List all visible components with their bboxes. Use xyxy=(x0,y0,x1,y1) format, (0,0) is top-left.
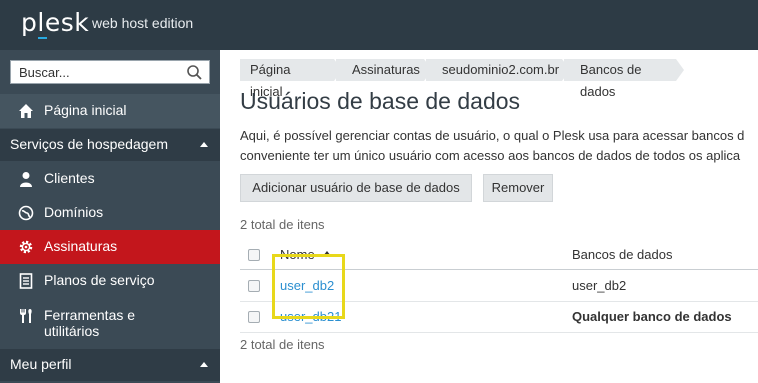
collapse-caret-icon xyxy=(200,362,208,367)
sidebar-item-home[interactable]: Página inicial xyxy=(0,94,220,128)
sidebar-item-label: Planos de serviço xyxy=(44,272,155,288)
sidebar-item-label: Domínios xyxy=(44,204,104,220)
search-icon[interactable] xyxy=(186,64,203,81)
main-content: Página inicial Assinaturas seudominio2.c… xyxy=(220,50,758,383)
breadcrumb-domain[interactable]: seudominio2.com.br xyxy=(426,59,570,81)
sidebar-item-tools[interactable]: Ferramentas e utilitários xyxy=(0,299,220,347)
row-checkbox[interactable] xyxy=(248,280,260,292)
user-icon xyxy=(20,172,32,187)
logo-accent xyxy=(38,37,47,39)
page-title: Usuários de base de dados xyxy=(240,88,521,114)
row-checkbox[interactable] xyxy=(248,311,260,323)
sidebar-item-label: Assinaturas xyxy=(44,238,118,254)
sidebar: Buscar... Página inicial Serviços de hos… xyxy=(0,50,220,383)
sidebar-item-service-plans[interactable]: Planos de serviço xyxy=(0,264,220,298)
sidebar-item-label: Clientes xyxy=(44,170,95,186)
top-bar: plesk web host edition xyxy=(0,0,758,50)
search-input[interactable]: Buscar... xyxy=(10,60,210,84)
globe-icon xyxy=(18,205,34,221)
edition-label: web host edition xyxy=(92,15,194,31)
db-cell: user_db2 xyxy=(572,278,627,293)
column-header-databases: Bancos de dados xyxy=(572,247,673,262)
section-hosting-label: Serviços de hospedagem xyxy=(10,136,168,152)
breadcrumb-home[interactable]: Página inicial xyxy=(240,59,342,99)
sidebar-item-subscriptions[interactable]: Assinaturas xyxy=(0,230,220,264)
description-line: Aqui, é possível gerenciar contas de usu… xyxy=(240,128,745,143)
sidebar-item-label: Página inicial xyxy=(44,102,127,118)
add-db-user-button[interactable]: Adicionar usuário de base de dados xyxy=(240,174,472,202)
section-profile-header[interactable]: Meu perfil xyxy=(0,349,220,381)
sidebar-item-label: Ferramentas e utilitários xyxy=(44,307,136,339)
section-profile-label: Meu perfil xyxy=(10,356,72,372)
gear-icon xyxy=(19,240,33,254)
tools-icon xyxy=(20,309,32,323)
section-hosting-header[interactable]: Serviços de hospedagem xyxy=(0,129,220,161)
breadcrumb-subscriptions[interactable]: Assinaturas xyxy=(336,59,432,81)
page-description: Aqui, é possível gerenciar contas de usu… xyxy=(240,126,758,166)
highlight-box xyxy=(272,254,345,319)
total-items-bottom: 2 total de itens xyxy=(240,337,325,352)
remove-button[interactable]: Remover xyxy=(483,174,553,202)
total-items-top: 2 total de itens xyxy=(240,217,325,232)
select-all-checkbox[interactable] xyxy=(248,249,260,261)
plesk-logo[interactable]: plesk xyxy=(21,8,89,38)
breadcrumb-databases[interactable]: Bancos de dados xyxy=(564,59,684,99)
sidebar-item-clients[interactable]: Clientes xyxy=(0,162,220,196)
search-placeholder: Buscar... xyxy=(19,65,70,80)
db-cell: Qualquer banco de dados xyxy=(572,309,732,324)
description-line: conveniente ter um único usuário com ace… xyxy=(240,148,741,163)
sidebar-item-domains[interactable]: Domínios xyxy=(0,196,220,230)
home-icon xyxy=(19,104,33,118)
breadcrumb: Página inicial Assinaturas seudominio2.c… xyxy=(240,59,684,99)
document-icon xyxy=(19,273,33,289)
collapse-caret-icon xyxy=(200,142,208,147)
